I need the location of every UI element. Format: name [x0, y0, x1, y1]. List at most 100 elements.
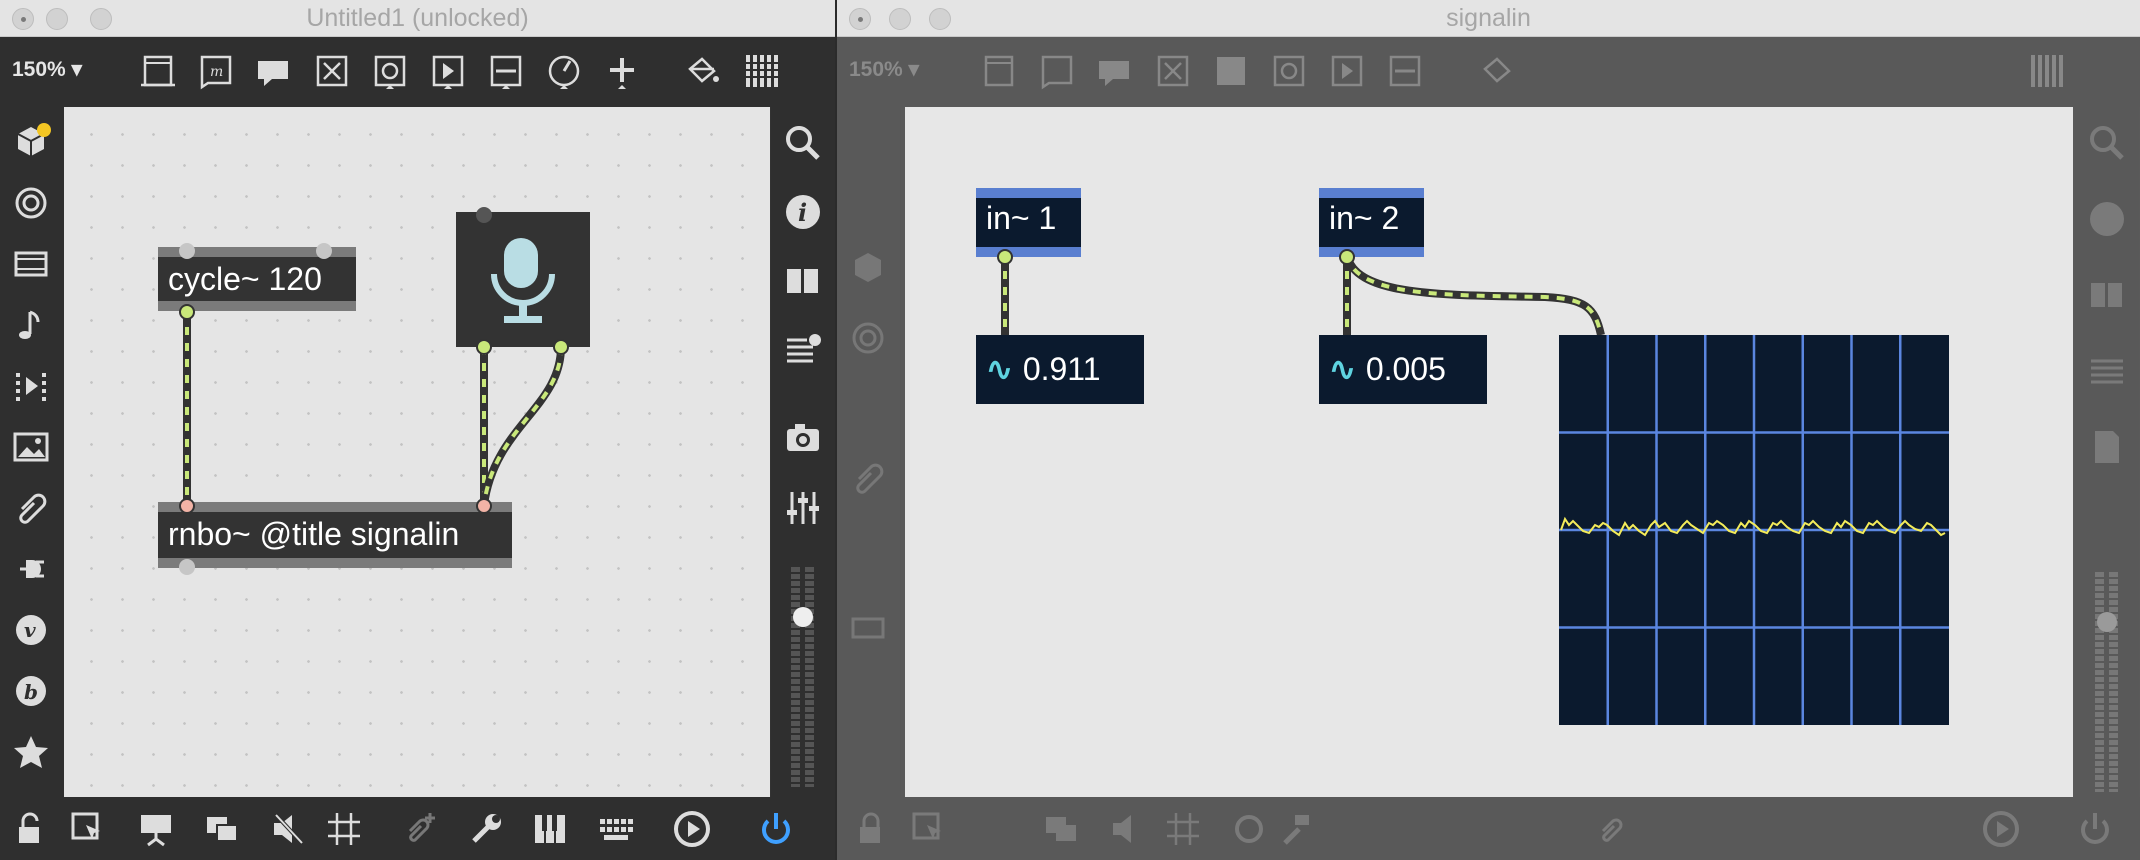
star-icon[interactable] [10, 731, 52, 773]
plus-icon[interactable] [602, 51, 642, 91]
bang-icon[interactable] [370, 51, 410, 91]
presentation-frame-icon[interactable] [979, 51, 1019, 91]
outlet-port[interactable] [553, 339, 569, 355]
signal-number-box-1[interactable]: ∿ 0.911 [976, 335, 1144, 404]
bang-icon[interactable] [1269, 51, 1309, 91]
target-icon[interactable] [847, 317, 889, 359]
comment-icon[interactable] [1095, 51, 1135, 91]
film-icon[interactable] [10, 243, 52, 285]
slider-icon[interactable] [486, 51, 526, 91]
level-meter-slider[interactable] [791, 567, 815, 787]
search-icon[interactable] [2085, 121, 2129, 165]
outlet-port[interactable] [1339, 249, 1355, 265]
mixer-sliders-icon[interactable] [781, 486, 825, 530]
microphone-icon [491, 238, 555, 323]
grid-icon[interactable] [1163, 809, 1203, 849]
paperclip-icon[interactable] [847, 457, 889, 499]
inlet-port[interactable] [179, 243, 195, 259]
paint-bucket-icon[interactable] [1477, 51, 1517, 91]
play-button-icon[interactable] [1327, 51, 1367, 91]
list-icon[interactable] [2085, 349, 2129, 393]
b-icon[interactable]: b [10, 670, 52, 712]
presentation-icon[interactable] [136, 809, 176, 849]
patcher-canvas[interactable]: cycle~ 120 rnbo~ @title signalin [64, 107, 770, 797]
outlet-port[interactable] [179, 304, 195, 320]
signal-number-box-2[interactable]: ∿ 0.005 [1319, 335, 1487, 404]
grid-icon[interactable] [742, 51, 782, 91]
rnbo-object[interactable]: rnbo~ @title signalin [158, 502, 512, 568]
book-icon[interactable] [781, 259, 825, 303]
paint-bucket-icon[interactable] [682, 51, 722, 91]
mute-icon[interactable] [268, 809, 308, 849]
export-icon[interactable] [2085, 425, 2129, 469]
lock-icon[interactable] [851, 809, 891, 849]
power-icon[interactable] [2075, 809, 2115, 849]
film-icon[interactable] [847, 607, 889, 649]
keyboard-icon[interactable] [596, 809, 636, 849]
play-button-icon[interactable] [428, 51, 468, 91]
oscilloscope-display[interactable] [1559, 335, 1949, 725]
power-icon[interactable] [756, 809, 796, 849]
slider-icon[interactable] [1385, 51, 1425, 91]
image-icon[interactable] [10, 426, 52, 468]
inlet-port[interactable] [476, 498, 492, 514]
cursor-icon[interactable] [68, 809, 108, 849]
info-icon[interactable]: i [781, 190, 825, 234]
video-frames-icon[interactable] [10, 365, 52, 407]
music-note-icon[interactable] [10, 304, 52, 346]
patch-cord-mic-right[interactable] [480, 346, 565, 506]
piano-icon[interactable] [530, 809, 570, 849]
book-icon[interactable] [2085, 273, 2129, 317]
slider-knob[interactable] [793, 607, 813, 627]
wrench-icon[interactable] [466, 809, 506, 849]
play-circle-icon[interactable] [1981, 809, 2021, 849]
in2-object[interactable]: in~ 2 [1319, 188, 1424, 257]
outlet-port[interactable] [179, 559, 195, 575]
grid-icon[interactable] [2027, 51, 2067, 91]
v-icon[interactable]: v [10, 609, 52, 651]
list-icon[interactable] [781, 328, 825, 372]
presentation-frame-icon[interactable] [138, 51, 178, 91]
inlet-port[interactable] [316, 243, 332, 259]
title-bar[interactable]: signalin [837, 0, 2140, 37]
package-cube-icon[interactable] [10, 121, 52, 163]
outlet-port[interactable] [476, 339, 492, 355]
clip-add-icon[interactable] [1593, 809, 1633, 849]
slider-knob[interactable] [2097, 612, 2117, 632]
package-cube-icon[interactable] [847, 247, 889, 289]
zoom-menu[interactable]: 150% ▾ [12, 57, 82, 82]
dial-icon[interactable] [544, 51, 584, 91]
message-box-icon[interactable] [1037, 51, 1077, 91]
zoom-menu[interactable]: 150% ▾ [849, 57, 919, 82]
matrix-icon[interactable] [1211, 51, 1251, 91]
camera-icon[interactable] [781, 417, 825, 461]
refresh-icon[interactable] [1229, 809, 1269, 849]
windows-icon[interactable] [202, 809, 242, 849]
paperclip-icon[interactable] [10, 487, 52, 529]
target-icon[interactable] [10, 182, 52, 224]
title-bar[interactable]: Untitled1 (unlocked) [0, 0, 835, 37]
clip-add-icon[interactable] [400, 809, 440, 849]
level-meter-slider[interactable] [2095, 572, 2119, 792]
toggle-x-icon[interactable] [1153, 51, 1193, 91]
play-circle-icon[interactable] [672, 809, 712, 849]
patch-cord-in2-to-scope[interactable] [1343, 253, 1605, 336]
mute-icon[interactable] [1107, 809, 1147, 849]
cursor-icon[interactable] [909, 809, 949, 849]
outlet-port[interactable] [997, 249, 1013, 265]
search-icon[interactable] [781, 121, 825, 165]
microphone-input-object[interactable] [456, 212, 590, 347]
toggle-x-icon[interactable] [312, 51, 352, 91]
comment-icon[interactable] [254, 51, 294, 91]
info-icon[interactable] [2085, 197, 2129, 241]
in1-object[interactable]: in~ 1 [976, 188, 1081, 257]
message-box-icon[interactable]: m [196, 51, 236, 91]
inlet-port[interactable] [476, 207, 492, 223]
inlet-port[interactable] [179, 498, 195, 514]
grid-icon[interactable] [324, 809, 364, 849]
lock-icon[interactable] [10, 809, 50, 849]
windows-icon[interactable] [1041, 809, 1081, 849]
plug-icon[interactable] [10, 548, 52, 590]
hammer-icon[interactable] [1275, 809, 1315, 849]
patcher-canvas[interactable]: in~ 1 in~ 2 ∿ 0.911 ∿ 0.005 [905, 107, 2073, 797]
